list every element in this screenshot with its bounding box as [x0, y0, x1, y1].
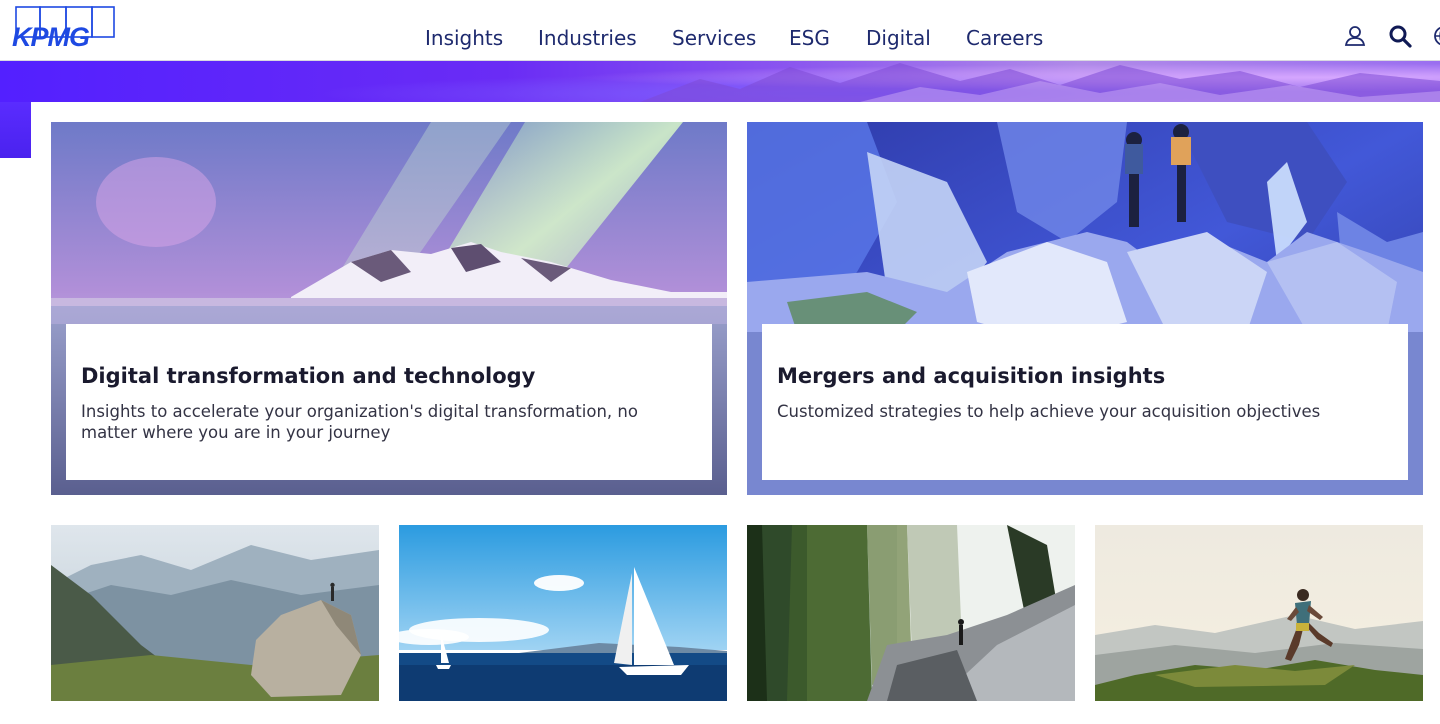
nav-item-esg[interactable]: ESG: [789, 26, 830, 50]
logo-wordmark: KPMG: [12, 22, 90, 52]
nav-item-industries[interactable]: Industries: [538, 26, 637, 50]
hero-accent-strip: [0, 102, 31, 158]
runner-hilltop-image: [1095, 525, 1423, 701]
feature-textbox: Mergers and acquisition insights Customi…: [762, 324, 1408, 480]
feature-description: Customized strategies to help achieve yo…: [777, 402, 1321, 421]
feature-card-mergers-acquisitions[interactable]: Mergers and acquisition insights Customi…: [747, 122, 1423, 495]
globe-icon[interactable]: [1432, 24, 1440, 48]
tile-waterfall-forest[interactable]: [747, 525, 1075, 701]
tile-sailboat[interactable]: [399, 525, 727, 701]
user-icon[interactable]: [1343, 24, 1367, 48]
tile-runner-hilltop[interactable]: [1095, 525, 1423, 701]
kpmg-logo[interactable]: KPMG: [8, 5, 120, 52]
hero-banner: [0, 61, 1440, 102]
nav-item-digital[interactable]: Digital: [866, 26, 931, 50]
feature-description: Insights to accelerate your organization…: [81, 402, 638, 442]
nav-item-careers[interactable]: Careers: [966, 26, 1043, 50]
feature-card-digital-transformation[interactable]: Digital transformation and technology In…: [51, 122, 727, 495]
feature-title[interactable]: Digital transformation and technology: [81, 363, 697, 389]
tile-hiker-boulder[interactable]: [51, 525, 379, 701]
nav-item-insights[interactable]: Insights: [425, 26, 503, 50]
sailboat-image: [399, 525, 727, 701]
mountain-silhouette: [640, 63, 1440, 102]
feature-textbox: Digital transformation and technology In…: [66, 324, 712, 480]
hiker-boulder-image: [51, 525, 379, 701]
site-header: KPMG Insights Industries Services ESG Di…: [0, 0, 1440, 61]
search-icon[interactable]: [1388, 24, 1412, 48]
feature-title[interactable]: Mergers and acquisition insights: [777, 363, 1393, 389]
waterfall-forest-image: [747, 525, 1075, 701]
nav-item-services[interactable]: Services: [672, 26, 756, 50]
